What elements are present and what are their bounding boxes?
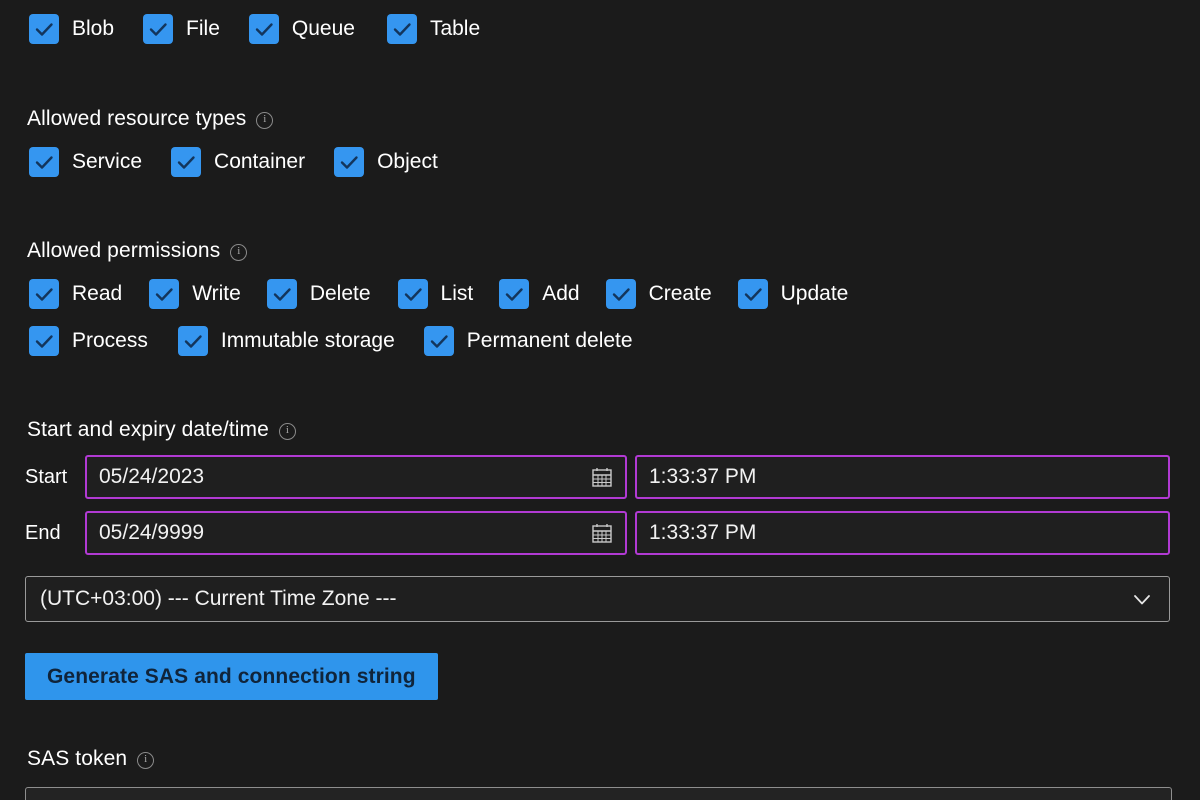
sas-token-label: SAS token (27, 747, 155, 771)
chevron-down-icon[interactable] (1129, 586, 1155, 612)
checkbox-label: Queue (291, 17, 355, 40)
info-icon[interactable] (230, 243, 248, 261)
checkbox-label: List (440, 282, 474, 305)
checkbox-label: File (186, 17, 220, 40)
end-time-value: 1:33:37 PM (649, 521, 757, 544)
allowed-resource-types-label-text: Allowed resource types (27, 107, 247, 130)
timezone-row: (UTC+03:00) --- Current Time Zone --- (25, 576, 1170, 622)
end-row-label: End (25, 521, 61, 544)
sas-token-row (25, 787, 1172, 800)
checkbox-item-container[interactable]: Container (171, 147, 305, 177)
start-row-label: Start (25, 465, 68, 488)
generate-row: Generate SAS and connection string (25, 653, 438, 700)
checkbox-checked-icon[interactable] (397, 279, 428, 309)
checkbox-label: Blob (72, 17, 115, 40)
allowed-permissions-label-text: Allowed permissions (27, 239, 221, 262)
info-icon[interactable] (256, 111, 274, 129)
start-expiry-datetime-label: Start and expiry date/time (27, 418, 296, 442)
checkbox-item-delete[interactable]: Delete (266, 279, 371, 309)
timezone-selected-value: (UTC+03:00) --- Current Time Zone --- (40, 587, 397, 610)
checkbox-checked-icon[interactable] (248, 14, 279, 44)
checkbox-item-read[interactable]: Read (29, 279, 122, 309)
checkbox-item-service[interactable]: Service (29, 147, 142, 177)
allowed-resource-types-checkbox-group: Service Container Object (29, 147, 438, 177)
checkbox-checked-icon[interactable] (143, 14, 174, 44)
checkbox-item-add[interactable]: Add (499, 279, 580, 309)
checkbox-checked-icon[interactable] (29, 14, 59, 44)
checkbox-checked-icon[interactable] (499, 279, 530, 309)
checkbox-label: Add (542, 282, 580, 305)
checkbox-item-queue[interactable]: Queue (248, 14, 355, 44)
checkbox-checked-icon[interactable] (737, 279, 768, 309)
checkbox-item-update[interactable]: Update (737, 279, 849, 309)
checkbox-checked-icon[interactable] (605, 279, 636, 309)
sas-token-label-text: SAS token (27, 747, 128, 770)
checkbox-item-list[interactable]: List (397, 279, 474, 309)
checkbox-label: Container (214, 150, 306, 173)
checkbox-item-write[interactable]: Write (149, 279, 241, 309)
checkbox-checked-icon[interactable] (386, 14, 417, 44)
allowed-permissions-checkbox-group-row2: Process Immutable storage Permanent delete (29, 326, 633, 356)
calendar-icon[interactable] (591, 522, 613, 544)
start-time-input[interactable]: 1:33:37 PM (635, 455, 1170, 499)
checkbox-item-object[interactable]: Object (334, 147, 438, 177)
checkbox-label: Immutable storage (220, 329, 395, 352)
checkbox-label: Update (780, 282, 849, 305)
checkbox-label: Process (72, 329, 148, 352)
sas-configuration-panel: Blob File Queue Table Allowed resource type… (0, 0, 1200, 800)
start-date-value: 05/24/2023 (99, 465, 205, 488)
checkbox-label: Create (648, 282, 712, 305)
allowed-permissions-checkbox-group-row1: Read Write Delete List Add Create Update (29, 279, 848, 309)
checkbox-checked-icon[interactable] (29, 147, 59, 177)
allowed-resource-types-label: Allowed resource types (27, 107, 274, 131)
checkbox-label: Table (429, 17, 481, 40)
checkbox-label: Service (72, 150, 143, 173)
checkbox-label: Write (192, 282, 241, 305)
end-time-input[interactable]: 1:33:37 PM (635, 511, 1170, 555)
start-time-value: 1:33:37 PM (649, 465, 757, 488)
checkbox-item-create[interactable]: Create (605, 279, 712, 309)
checkbox-item-table[interactable]: Table (386, 14, 481, 44)
info-icon[interactable] (278, 422, 296, 440)
checkbox-item-blob[interactable]: Blob (29, 14, 114, 44)
checkbox-checked-icon[interactable] (29, 279, 59, 309)
sas-token-input[interactable] (25, 787, 1172, 800)
info-icon[interactable] (137, 751, 155, 769)
start-expiry-datetime-label-text: Start and expiry date/time (27, 418, 269, 441)
checkbox-checked-icon[interactable] (266, 279, 297, 309)
calendar-icon[interactable] (591, 466, 613, 488)
checkbox-label: Delete (309, 282, 371, 305)
checkbox-checked-icon[interactable] (334, 147, 365, 177)
generate-sas-button[interactable]: Generate SAS and connection string (25, 653, 438, 700)
end-date-value: 05/24/9999 (99, 521, 205, 544)
checkbox-item-immutable-storage[interactable]: Immutable storage (177, 326, 395, 356)
end-date-input[interactable]: 05/24/9999 (85, 511, 627, 555)
allowed-permissions-label: Allowed permissions (27, 239, 248, 263)
end-datetime-row: End 05/24/9999 1:33:37 PM (25, 511, 1170, 555)
checkbox-checked-icon[interactable] (423, 326, 454, 356)
allowed-services-checkbox-group: Blob File Queue Table (29, 14, 480, 44)
checkbox-label: Object (377, 150, 438, 173)
checkbox-item-permanent-delete[interactable]: Permanent delete (423, 326, 633, 356)
checkbox-checked-icon[interactable] (29, 326, 59, 356)
checkbox-checked-icon[interactable] (149, 279, 180, 309)
checkbox-checked-icon[interactable] (171, 147, 202, 177)
checkbox-item-file[interactable]: File (143, 14, 220, 44)
checkbox-label: Read (72, 282, 123, 305)
start-datetime-row: Start 05/24/2023 1:33:37 PM (25, 455, 1170, 499)
checkbox-label: Permanent delete (466, 329, 633, 352)
timezone-select[interactable]: (UTC+03:00) --- Current Time Zone --- (25, 576, 1170, 622)
checkbox-item-process[interactable]: Process (29, 326, 148, 356)
start-date-input[interactable]: 05/24/2023 (85, 455, 627, 499)
checkbox-checked-icon[interactable] (177, 326, 208, 356)
